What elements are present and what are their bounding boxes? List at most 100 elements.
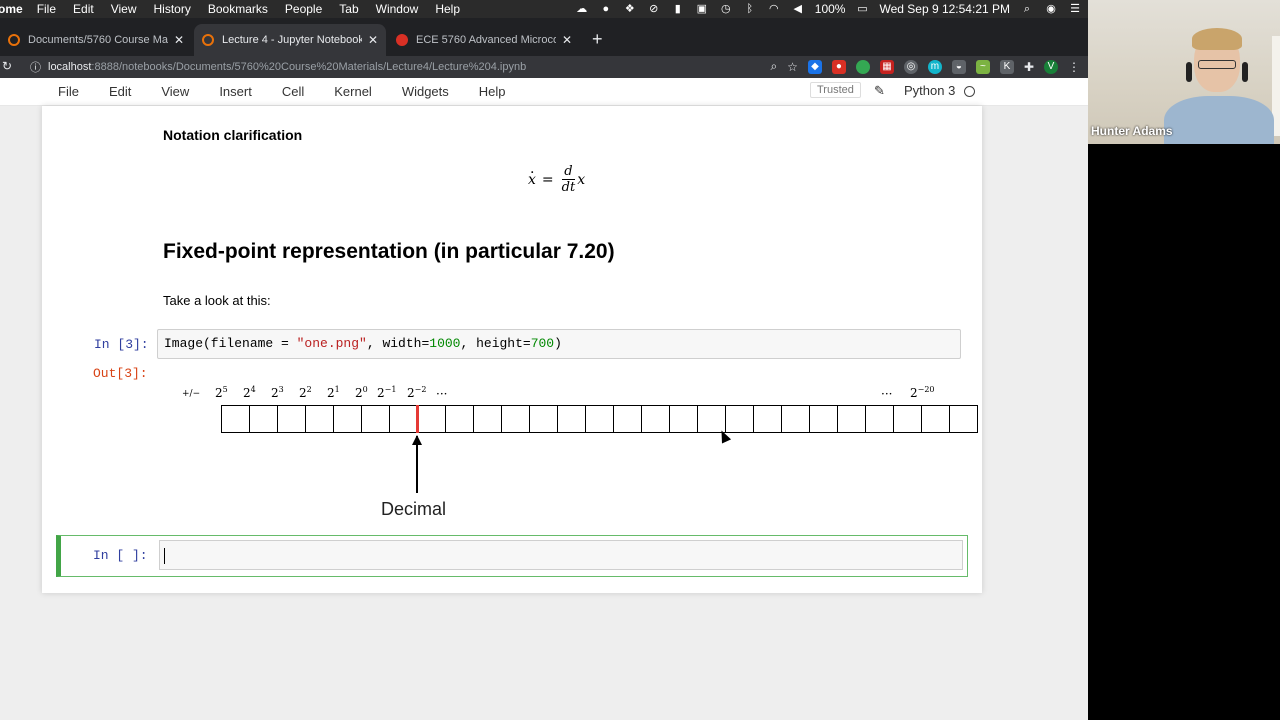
- tab-title: Lecture 4 - Jupyter Notebook: [222, 34, 362, 46]
- jupyter-favicon-icon: [202, 34, 214, 46]
- jupyter-favicon-icon: [8, 34, 20, 46]
- bluetooth-icon[interactable]: ᛒ: [743, 3, 757, 15]
- new-tab-button[interactable]: +: [582, 29, 613, 56]
- profile-avatar[interactable]: V: [1044, 59, 1058, 74]
- webcam-feed: Hunter Adams: [1088, 0, 1280, 144]
- empty-in-prompt: In [ ]:: [93, 548, 148, 563]
- notation-heading: Notation clarification: [163, 127, 303, 143]
- selected-code-cell[interactable]: In [ ]:: [56, 535, 968, 577]
- spotlight-search-icon[interactable]: ⌕: [1020, 3, 1034, 15]
- out-prompt: Out[3]:: [93, 366, 148, 381]
- person-shirt: [1164, 96, 1274, 144]
- code-token: Image(filename =: [164, 336, 297, 351]
- participant-name: Hunter Adams: [1091, 124, 1173, 138]
- arrow-head: [412, 435, 422, 445]
- decimal-label: Decimal: [381, 499, 447, 519]
- section-heading: Fixed-point representation (in particula…: [163, 240, 615, 263]
- close-tab-icon[interactable]: ✕: [562, 33, 572, 47]
- cloud-icon[interactable]: ☁: [575, 3, 589, 15]
- code-token: , height=: [460, 336, 531, 351]
- extension-red-icon[interactable]: ●: [831, 59, 846, 74]
- reload-icon[interactable]: ↻: [2, 59, 12, 73]
- headphone-right: [1242, 62, 1248, 82]
- math-x: x: [577, 171, 586, 188]
- text-caret: [164, 548, 165, 564]
- menu-help[interactable]: Help: [435, 2, 460, 16]
- intro-text: Take a look at this:: [163, 293, 271, 308]
- jupyter-menu-file[interactable]: File: [58, 84, 79, 99]
- code-number: 700: [530, 336, 555, 351]
- extension-chart-icon[interactable]: ▦: [879, 59, 894, 74]
- battery-percent: 100%: [814, 2, 846, 16]
- math-equals: =: [541, 171, 554, 188]
- jupyter-notebook: File Edit View Insert Cell Kernel Widget…: [0, 78, 1088, 720]
- puzzle-extensions-icon[interactable]: ✚: [1024, 60, 1034, 74]
- extension-green-icon[interactable]: [855, 59, 870, 74]
- extensions-area: ⌕ ☆ ◆ ● ▦ ◎ m ◒ ~ K ✚ V ⋮: [770, 59, 1080, 74]
- fixed-point-figure: +/− 25 24 23 22 21 20 2−1 2−2 ··· ··· 2−…: [177, 381, 978, 519]
- code-token: ): [554, 336, 562, 351]
- extension-gray-icon[interactable]: ◎: [903, 59, 918, 74]
- jupyter-menu-kernel[interactable]: Kernel: [334, 84, 372, 99]
- close-tab-icon[interactable]: ✕: [368, 33, 378, 47]
- jupyter-menu-help[interactable]: Help: [479, 84, 506, 99]
- wifi-icon[interactable]: ◠: [767, 3, 781, 15]
- dropbox-icon[interactable]: ❖: [623, 3, 637, 15]
- display-icon[interactable]: ▣: [695, 3, 709, 15]
- info-icon[interactable]: ⓘ: [30, 59, 41, 75]
- menu-file[interactable]: File: [37, 2, 56, 16]
- volume-icon[interactable]: ◀: [791, 3, 805, 15]
- jupyter-menu-cell[interactable]: Cell: [282, 84, 304, 99]
- trusted-indicator[interactable]: Trusted: [810, 82, 861, 98]
- jupyter-menu-view[interactable]: View: [161, 84, 189, 99]
- address-bar[interactable]: ↻ ⓘ localhost:8888/notebooks/Documents/5…: [0, 56, 1088, 78]
- kernel-name: Python 3: [904, 83, 956, 98]
- empty-code-input[interactable]: [159, 540, 963, 570]
- math-numerator: d: [562, 164, 575, 180]
- clock[interactable]: Wed Sep 9 12:54:21 PM: [879, 2, 1010, 16]
- bookmark-icon[interactable]: ▮: [671, 3, 685, 15]
- menu-tab[interactable]: Tab: [339, 2, 358, 16]
- url-path: :8888/notebooks/Documents/5760%20Course%…: [91, 61, 527, 73]
- star-icon[interactable]: ☆: [787, 60, 798, 74]
- jupyter-menu-edit[interactable]: Edit: [109, 84, 131, 99]
- menu-window[interactable]: Window: [376, 2, 419, 16]
- menu-edit[interactable]: Edit: [73, 2, 94, 16]
- extension-mask-icon[interactable]: ◒: [951, 59, 966, 74]
- zoom-icon[interactable]: ⌕: [770, 59, 777, 74]
- browser-tab-strip: Documents/5760 Course Mate ✕ Lecture 4 -…: [0, 18, 1088, 56]
- tab-ece-5760[interactable]: ECE 5760 Advanced Microcon ✕: [388, 24, 580, 56]
- extension-k-icon[interactable]: K: [999, 59, 1014, 74]
- url-host: localhost: [48, 61, 92, 73]
- tab-documents[interactable]: Documents/5760 Course Mate ✕: [0, 24, 192, 56]
- record-icon[interactable]: ●: [599, 3, 613, 15]
- close-tab-icon[interactable]: ✕: [174, 33, 184, 47]
- tab-lecture-4[interactable]: Lecture 4 - Jupyter Notebook ✕: [194, 24, 386, 56]
- menu-view[interactable]: View: [111, 2, 137, 16]
- battery-icon[interactable]: ▭: [855, 3, 869, 15]
- menu-people[interactable]: People: [285, 2, 322, 16]
- math-denominator: dt: [561, 180, 576, 195]
- jupyter-menu-widgets[interactable]: Widgets: [402, 84, 449, 99]
- extension-shield-icon[interactable]: ◆: [807, 59, 822, 74]
- menu-bookmarks[interactable]: Bookmarks: [208, 2, 268, 16]
- menu-history[interactable]: History: [154, 2, 191, 16]
- code-cell-input[interactable]: Image(filename = "one.png", width=1000, …: [157, 329, 961, 359]
- person-hair: [1192, 28, 1242, 50]
- edit-pencil-icon[interactable]: ✎: [874, 83, 885, 99]
- code-number: 1000: [429, 336, 461, 351]
- sync-icon[interactable]: ⊘: [647, 3, 661, 15]
- time-machine-icon[interactable]: ◷: [719, 3, 733, 15]
- notification-center-icon[interactable]: ☰: [1068, 3, 1082, 15]
- url-text[interactable]: localhost:8888/notebooks/Documents/5760%…: [48, 61, 526, 73]
- bit-cell: [949, 405, 978, 433]
- app-menu[interactable]: ome: [0, 2, 23, 16]
- jupyter-menu-insert[interactable]: Insert: [219, 84, 252, 99]
- tab-title: ECE 5760 Advanced Microcon: [416, 34, 556, 46]
- more-menu-icon[interactable]: ⋮: [1068, 60, 1080, 74]
- extension-leaf-icon[interactable]: ~: [975, 59, 990, 74]
- siri-icon[interactable]: ◉: [1044, 3, 1058, 15]
- math-x-dot: x: [528, 161, 536, 188]
- extension-m-icon[interactable]: m: [927, 59, 942, 74]
- jupyter-menubar: File Edit View Insert Cell Kernel Widget…: [0, 78, 1088, 106]
